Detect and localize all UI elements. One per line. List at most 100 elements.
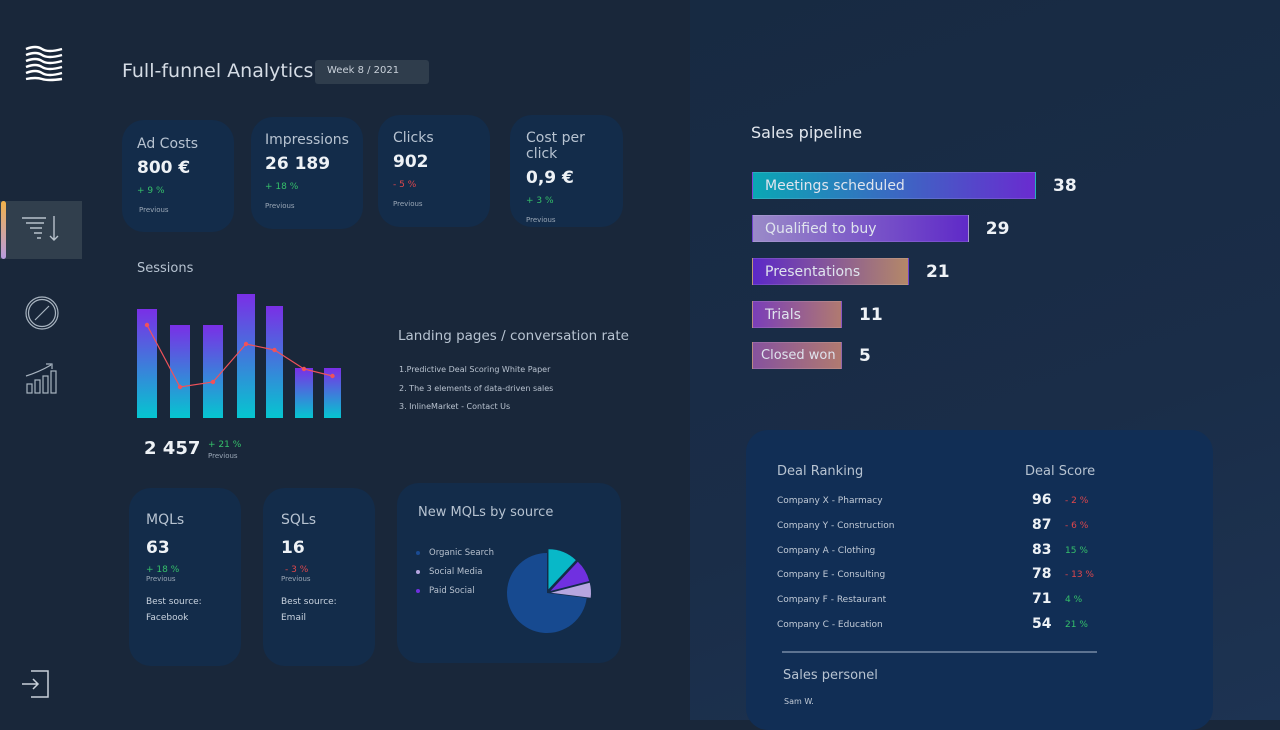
pipeline-bar: Closed won (752, 342, 842, 369)
mqls-value: 63 (146, 538, 170, 558)
sidebar-item-funnel[interactable] (0, 201, 82, 259)
deal-score: 87 (1032, 517, 1052, 533)
deal-row[interactable]: Company E - Consulting 78 - 13 % (777, 566, 1107, 586)
kpi-title: Ad Costs (137, 136, 199, 152)
pipeline-value: 29 (985, 218, 1010, 239)
score-title: Deal Score (1025, 464, 1096, 479)
mqls-card: MQLs 63 + 18 % Previous Best source: Fac… (129, 488, 241, 666)
company-name: Company F - Restaurant (777, 595, 887, 605)
ranking-title: Deal Ranking (777, 464, 864, 479)
deal-row[interactable]: Company Y - Construction 87 - 6 % (777, 517, 1107, 537)
kpi-card-clicks: Clicks 902 - 5 % Previous (378, 115, 490, 227)
personel-item[interactable]: Sam W. (784, 697, 814, 706)
wave-logo-icon (25, 45, 63, 82)
pipeline-stage[interactable]: Trials 11 (752, 301, 883, 328)
pipeline-value: 21 (925, 261, 950, 282)
funnel-sort-icon (22, 216, 59, 241)
session-bar[interactable] (203, 325, 223, 418)
kpi-note: Previous (139, 206, 169, 214)
conversion-point[interactable] (301, 366, 307, 372)
deal-row[interactable]: Company X - Pharmacy 96 - 2 % (777, 492, 1107, 512)
kpi-change: + 18 % (265, 182, 299, 192)
session-bar[interactable] (170, 325, 190, 418)
sqls-title: SQLs (281, 512, 316, 528)
mql-source-title: New MQLs by source (418, 505, 554, 520)
kpi-value: 26 189 (265, 154, 331, 174)
compass-icon[interactable] (25, 296, 59, 330)
deal-row[interactable]: Company A - Clothing 83 15 % (777, 542, 1107, 562)
conversion-point[interactable] (144, 322, 150, 328)
session-bar[interactable] (295, 368, 313, 418)
sqls-change: - 3 % (285, 565, 309, 575)
mqls-note: Previous (146, 575, 176, 583)
conversion-point[interactable] (243, 341, 249, 347)
company-name: Company A - Clothing (777, 546, 876, 556)
sessions-title: Sessions (137, 261, 194, 276)
sqls-note: Previous (281, 575, 311, 583)
score-change: 15 % (1065, 546, 1088, 556)
mqls-title: MQLs (146, 512, 185, 528)
session-bar[interactable] (237, 294, 255, 418)
legend-label: Social Media (429, 566, 483, 577)
logout-icon[interactable] (21, 669, 51, 699)
legend-item: Organic Search (416, 543, 494, 562)
score-change: 4 % (1065, 595, 1083, 605)
kpi-card-ad-costs: Ad Costs 800 € + 9 % Previous (122, 120, 234, 232)
kpi-value: 0,9 € (526, 168, 574, 188)
kpi-card-impressions: Impressions 26 189 + 18 % Previous (251, 117, 363, 229)
pipeline-bar: Meetings scheduled (752, 172, 1036, 199)
conversion-point[interactable] (210, 379, 216, 385)
mql-source-pie (507, 549, 591, 633)
kpi-note: Previous (265, 202, 295, 210)
sqls-best: Email (281, 613, 306, 623)
sessions-chart (137, 294, 341, 418)
week-selector[interactable]: Week 8 / 2021 (315, 60, 429, 84)
landing-page-link[interactable]: 1.Predictive Deal Scoring White Paper (399, 365, 550, 374)
company-name: Company Y - Construction (777, 521, 895, 531)
sessions-note: Previous (208, 452, 238, 460)
page-title: Full-funnel Analytics (122, 60, 314, 82)
sqls-value: 16 (281, 538, 305, 558)
sessions-change: + 21 % (208, 440, 242, 450)
pipeline-value: 5 (859, 345, 871, 366)
kpi-value: 902 (393, 152, 429, 172)
deal-score: 83 (1032, 542, 1052, 558)
conversion-point[interactable] (272, 347, 277, 353)
conversion-point[interactable] (177, 384, 183, 390)
session-bar[interactable] (266, 306, 283, 418)
pipeline-value: 38 (1053, 175, 1077, 196)
mqls-best-label: Best source: (146, 597, 202, 607)
divider (782, 651, 1097, 653)
legend-label: Organic Search (429, 547, 494, 558)
conversion-point[interactable] (330, 373, 335, 379)
landing-page-link[interactable]: 3. InlineMarket - Contact Us (399, 402, 510, 411)
active-indicator (1, 201, 6, 259)
score-change: - 13 % (1065, 570, 1094, 580)
kpi-title: Impressions (265, 132, 349, 148)
deal-row[interactable]: Company F - Restaurant 71 4 % (777, 591, 1107, 611)
kpi-title: Cost per click (526, 130, 585, 162)
company-name: Company C - Education (777, 620, 883, 630)
pipeline-stage[interactable]: Meetings scheduled 38 (752, 172, 1077, 199)
deal-row[interactable]: Company C - Education 54 21 % (777, 616, 1107, 636)
pipeline-bar: Trials (752, 301, 842, 328)
score-change: - 6 % (1065, 521, 1089, 531)
deal-score: 71 (1032, 591, 1052, 607)
pipeline-title: Sales pipeline (751, 123, 863, 142)
deal-score: 78 (1032, 566, 1052, 582)
kpi-card-cost-per-click: Cost per click 0,9 € + 3 % Previous (510, 115, 623, 227)
kpi-change: - 5 % (393, 180, 417, 190)
pipeline-stage[interactable]: Presentations 21 (752, 258, 950, 285)
landing-title: Landing pages / conversation rate (398, 328, 629, 344)
growth-chart-icon[interactable] (25, 362, 61, 396)
personel-title: Sales personel (783, 668, 878, 683)
kpi-title: Clicks (393, 130, 434, 146)
mql-source-card: New MQLs by source Organic Search Social … (397, 483, 621, 663)
pipeline-stage[interactable]: Closed won 5 (752, 342, 871, 369)
legend-item: Paid Social (416, 581, 494, 600)
landing-page-link[interactable]: 2. The 3 elements of data-driven sales (399, 384, 553, 393)
pipeline-stage[interactable]: Qualified to buy 29 (752, 215, 1009, 242)
legend-dot (416, 588, 420, 593)
kpi-note: Previous (526, 216, 556, 224)
deal-score: 96 (1032, 492, 1052, 508)
